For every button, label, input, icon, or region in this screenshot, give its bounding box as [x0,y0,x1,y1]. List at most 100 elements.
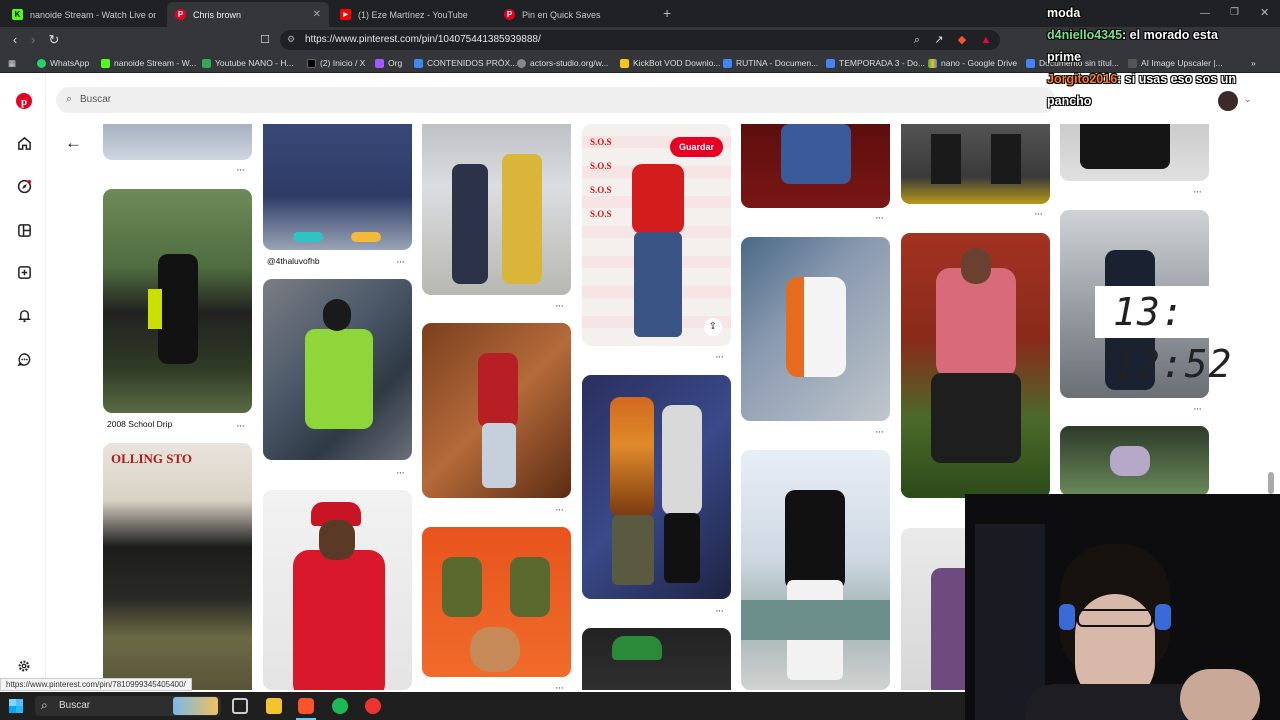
more-options-icon[interactable]: ··· [555,300,564,312]
more-options-icon[interactable]: ··· [875,212,884,224]
more-options-icon[interactable]: ··· [555,682,564,690]
apps-icon[interactable]: ▦ [8,56,16,70]
pin-card[interactable] [582,628,731,690]
docs-icon [723,58,732,68]
pin-card[interactable] [901,124,1050,204]
back-arrow-icon[interactable]: ← [65,133,82,153]
pin-caption[interactable]: 2008 School Drip [107,419,172,429]
file-explorer-icon[interactable] [266,698,282,714]
bookmark-rutina[interactable]: RUTINA - Documen... [723,56,818,70]
pin-card[interactable] [741,237,890,421]
task-view-icon[interactable] [232,698,248,714]
brave-rewards-icon[interactable]: ▲ [977,31,995,49]
more-options-icon[interactable]: ··· [236,164,245,176]
bookmark-org[interactable]: Org [375,56,402,70]
pinterest-search[interactable]: ⌕ Buscar [56,87,1056,113]
pin-card[interactable] [422,527,571,677]
bookmark-x[interactable]: (2) Inicio / X [307,56,365,70]
webcam-glasses [1077,609,1153,627]
taskbar-search[interactable]: ⌕ Buscar [35,696,221,716]
pin-figure [1080,124,1170,169]
pin-card[interactable] [422,323,571,498]
reload-icon[interactable]: ↻ [45,31,63,49]
create-icon[interactable] [14,262,34,282]
pin-card[interactable]: S.O.S S.O.S S.O.S S.O.S [582,124,731,346]
scrollbar-thumb[interactable] [1268,472,1274,494]
more-options-icon[interactable]: ··· [1034,208,1043,220]
tab-youtube[interactable]: ▶ (1) Eze Martínez - YouTube [332,2,492,27]
pin-figure-detail [612,636,662,660]
pin-figure [662,405,702,515]
pin-figure-detail [991,134,1021,184]
tab-label: nanoide Stream - Watch Live on Kick [30,9,156,20]
tab-pin-quick-saves[interactable]: P Pin en Quick Saves [496,2,660,27]
boards-icon[interactable] [14,220,34,240]
bookmark-contenidos[interactable]: CONTENIDOS PRÓX... [414,56,517,70]
notifications-icon[interactable] [14,305,34,325]
bookmark-temporada[interactable]: TEMPORADA 3 - Do... [826,56,925,70]
forward-icon[interactable]: › [24,31,42,49]
pin-card[interactable] [1060,426,1209,496]
share-icon[interactable]: ⇪ [704,318,722,336]
new-tab-button[interactable]: + [663,5,671,21]
brave-browser-icon[interactable] [298,698,314,714]
messages-icon[interactable] [14,349,34,369]
pin-caption[interactable]: @4thaluvofhb [267,256,320,266]
bookmark-kickbot[interactable]: KickBot VOD Downlo... [620,56,720,70]
more-options-icon[interactable]: ··· [1193,186,1202,198]
site-info-icon[interactable]: ⚙ [287,34,295,45]
more-options-icon[interactable]: ··· [396,467,405,479]
search-input[interactable]: Buscar [80,94,111,105]
spotify-icon[interactable] [332,698,348,714]
bookmark-icon[interactable]: ☐ [256,31,274,49]
pin-card[interactable] [741,450,890,690]
zoom-icon[interactable]: ⌕ [908,31,926,49]
tab-kick[interactable]: K nanoide Stream - Watch Live on Kick [4,2,164,27]
minimize-icon[interactable]: — [1200,8,1210,19]
home-icon[interactable] [14,133,34,153]
chat-line: moda [1047,6,1080,20]
stream-chat-overlay: moda d4niello4345: el morado esta prime … [1044,0,1280,116]
pin-card[interactable] [582,375,731,599]
tab-chris-brown[interactable]: P Chris brown ✕ [167,2,329,27]
settings-icon[interactable] [14,656,34,676]
maximize-icon[interactable]: ❐ [1230,7,1239,18]
bookmark-whatsapp[interactable]: WhatsApp [37,56,89,70]
pin-figure [478,353,518,428]
more-options-icon[interactable]: ··· [396,256,405,268]
close-window-icon[interactable]: ✕ [1260,6,1269,19]
more-options-icon[interactable]: ··· [236,420,245,432]
pin-card[interactable] [901,233,1050,498]
close-tab-icon[interactable]: ✕ [313,9,321,20]
bookmark-google-drive[interactable]: nano - Google Drive [928,56,1017,70]
pin-card[interactable] [1060,124,1209,181]
pinterest-logo-icon[interactable]: p [14,91,34,111]
bookmark-nanoide-stream[interactable]: nanoide Stream - W... [101,56,196,70]
url-field[interactable]: ⚙ https://www.pinterest.com/pin/10407544… [280,30,1000,50]
share-icon[interactable]: ↗ [930,31,948,49]
pin-card[interactable]: OLLING STO [103,443,252,690]
bookmark-actors-studio[interactable]: actors-studio.org/w... [517,56,608,70]
pin-card[interactable] [263,490,412,690]
brave-shield-icon[interactable]: ◆ [953,31,971,49]
bookmark-youtube-nano[interactable]: Youtube NANO - H... [202,56,294,70]
pin-card[interactable] [103,189,252,413]
more-options-icon[interactable]: ··· [1193,403,1202,415]
more-options-icon[interactable]: ··· [875,426,884,438]
pin-card[interactable] [422,124,571,295]
save-button[interactable]: Guardar [670,137,723,157]
pin-card[interactable] [103,124,252,160]
more-options-icon[interactable]: ··· [555,504,564,516]
windows-start-icon[interactable] [9,699,23,713]
more-options-icon[interactable]: ··· [715,351,724,363]
obs-icon[interactable] [365,698,381,714]
pinterest-icon: P [504,9,515,20]
pin-card[interactable] [263,279,412,460]
pin-card[interactable] [263,124,412,250]
explore-icon[interactable] [14,176,34,196]
more-options-icon[interactable]: ··· [715,605,724,617]
pin-card[interactable] [741,124,890,208]
whatsapp-icon [37,58,46,68]
back-icon[interactable]: ‹ [6,31,24,49]
pin-figure-detail [931,373,1021,463]
